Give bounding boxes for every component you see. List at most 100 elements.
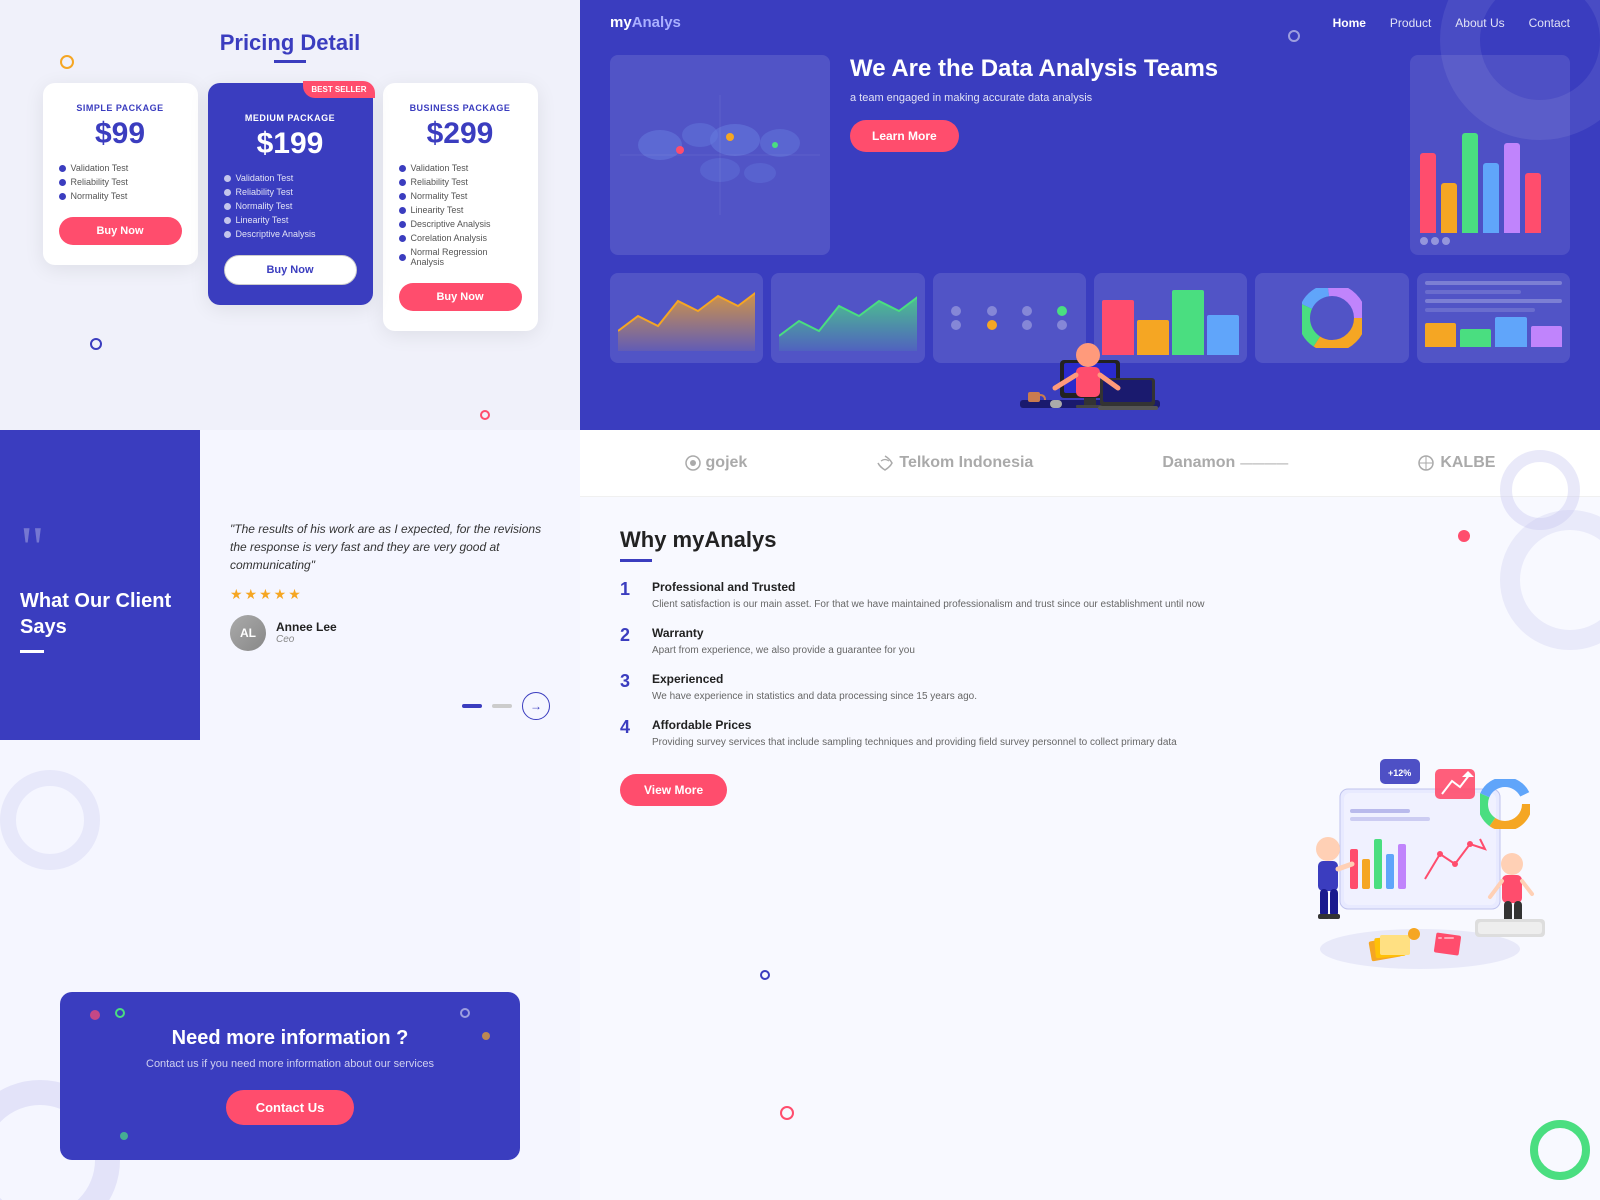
lines-board (1417, 273, 1570, 363)
why-num-3: 3 (620, 672, 640, 690)
chart-dot (1442, 237, 1450, 245)
reviewer-name: Annee Lee (276, 620, 337, 634)
testimonial-heading: What Our Client Says (20, 588, 180, 640)
bar-2 (1441, 183, 1457, 233)
why-content-4: Affordable Prices Providing survey servi… (652, 718, 1177, 750)
why-item-4: 4 Affordable Prices Providing survey ser… (620, 718, 1260, 750)
feature-item: Validation Test (224, 173, 357, 183)
testimonial-left: " What Our Client Says (0, 430, 200, 740)
reviewer-avatar: AL (230, 615, 266, 651)
pie-chart-area (1255, 273, 1408, 363)
hero-title: We Are the Data Analysis Teams (850, 55, 1390, 84)
gojek-icon (685, 455, 701, 471)
status-dot-warn (987, 320, 997, 330)
medium-package-card: BEST SELLER MEDIUM PACKAGE $199 Validati… (208, 83, 373, 305)
feature-item: Normal Regression Analysis (399, 247, 522, 267)
why-item-3: 3 Experienced We have experience in stat… (620, 672, 1260, 704)
business-pkg-name: BUSINESS PACKAGE (399, 103, 522, 113)
why-num-2: 2 (620, 626, 640, 644)
why-section: Why myAnalys 1 Professional and Trusted … (580, 497, 1600, 1200)
bar-3 (1462, 133, 1478, 233)
simple-pkg-price: $99 (59, 117, 182, 151)
area-chart-svg-1 (618, 281, 755, 351)
danamon-underline: ———— (1240, 456, 1288, 470)
learn-more-button[interactable]: Learn More (850, 120, 959, 152)
cta-title: Need more information ? (100, 1027, 480, 1050)
hero-chart-box (1410, 55, 1570, 255)
nav-contact[interactable]: Contact (1529, 16, 1570, 30)
why-title-2: Warranty (652, 626, 915, 640)
reviewer-role: Ceo (276, 634, 337, 645)
chart-dots-row (1420, 237, 1560, 245)
why-title-1: Professional and Trusted (652, 580, 1205, 594)
desk-illustration (1000, 310, 1180, 430)
business-pkg-price: $299 (399, 117, 522, 151)
hero-logo: myAnalys (610, 14, 681, 31)
testimonial-underline (20, 650, 44, 653)
why-body-1: Client satisfaction is our main asset. F… (652, 597, 1205, 612)
best-seller-badge: BEST SELLER (303, 81, 374, 98)
medium-pkg-name: MEDIUM PACKAGE (224, 113, 357, 123)
feature-item: Linearity Test (224, 215, 357, 225)
why-body-3: We have experience in statistics and dat… (652, 689, 977, 704)
cta-panel: Need more information ? Contact us if yo… (0, 740, 580, 1200)
logo-danamon: Danamon ———— (1162, 454, 1288, 472)
why-left: Why myAnalys 1 Professional and Trusted … (620, 527, 1260, 1170)
status-dot (951, 320, 961, 330)
cta-box: Need more information ? Contact us if yo… (60, 992, 520, 1160)
bar-chart (1420, 113, 1560, 233)
pricing-title: Pricing Detail (30, 30, 550, 56)
chart-board-2 (771, 273, 924, 363)
chart-board-1 (610, 273, 763, 363)
telkom-icon (876, 454, 894, 472)
contact-us-button[interactable]: Contact Us (226, 1090, 355, 1125)
right-panel: gojek Telkom Indonesia Danamon ———— (580, 430, 1600, 1200)
nav-product[interactable]: Product (1390, 16, 1431, 30)
feature-item: Normality Test (59, 191, 182, 201)
kalbe-icon (1417, 454, 1435, 472)
simple-buy-button[interactable]: Buy Now (59, 217, 182, 245)
simple-pkg-name: SIMPLE PACKAGE (59, 103, 182, 113)
medium-buy-button[interactable]: Buy Now (224, 255, 357, 285)
area-chart-svg-2 (779, 281, 916, 351)
pricing-panel: Pricing Detail SIMPLE PACKAGE $99 Valida… (0, 0, 580, 430)
testimonial-quote: "The results of his work are as I expect… (230, 520, 550, 574)
hero-subtitle: a team engaged in making accurate data a… (850, 92, 1390, 104)
why-body-4: Providing survey services that include s… (652, 735, 1177, 750)
why-content-2: Warranty Apart from experience, we also … (652, 626, 915, 658)
hero-text-area: We Are the Data Analysis Teams a team en… (850, 55, 1390, 255)
cta-subtitle: Contact us if you need more information … (100, 1058, 480, 1070)
cta-dot-green2 (120, 1132, 128, 1140)
logos-row: gojek Telkom Indonesia Danamon ———— (580, 430, 1600, 497)
cta-deco-2 (0, 770, 100, 870)
feature-item: Corelation Analysis (399, 233, 522, 243)
hero-nav: myAnalys Home Product About Us Contact (580, 0, 1600, 45)
business-pkg-features: Validation Test Reliability Test Normali… (399, 163, 522, 267)
testimonial-right: "The results of his work are as I expect… (200, 430, 580, 740)
testimonial-panel: " What Our Client Says "The results of h… (0, 430, 580, 740)
nav-home[interactable]: Home (1333, 16, 1366, 30)
status-dot (987, 306, 997, 316)
mini-bars (1425, 317, 1562, 347)
feature-item: Reliability Test (399, 177, 522, 187)
nav-about[interactable]: About Us (1455, 16, 1504, 30)
bar-6 (1525, 173, 1541, 233)
view-more-button[interactable]: View More (620, 774, 727, 806)
chart-dot (1431, 237, 1439, 245)
testimonial-nav: → (462, 692, 550, 720)
logo-kalbe: KALBE (1417, 454, 1495, 472)
testi-dot-active (462, 704, 482, 708)
deco-circle-3 (90, 338, 102, 350)
chart-line (1425, 281, 1562, 285)
cta-dot-white (460, 1008, 470, 1018)
why-right: +12% (1280, 527, 1560, 1170)
cta-dot-red (90, 1010, 100, 1020)
business-buy-button[interactable]: Buy Now (399, 283, 522, 311)
simple-pkg-features: Validation Test Reliability Test Normali… (59, 163, 182, 201)
why-title: Why myAnalys (620, 527, 1260, 553)
chart-line (1425, 290, 1521, 294)
testimonial-next-button[interactable]: → (522, 692, 550, 720)
bar-4 (1483, 163, 1499, 233)
status-dot (951, 306, 961, 316)
mini-bar (1460, 329, 1491, 347)
